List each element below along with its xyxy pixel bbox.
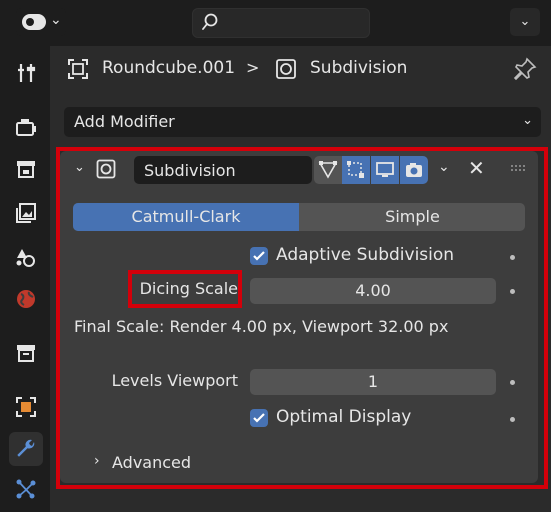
modifier-icon	[96, 159, 116, 179]
view-layer-icon	[16, 203, 36, 223]
chevron-down-icon: ⌄	[519, 14, 531, 29]
breadcrumb-object[interactable]: Roundcube.001	[102, 58, 235, 78]
levels-viewport-label: Levels Viewport	[111, 371, 238, 390]
output-icon	[17, 161, 35, 178]
edit-mode-icon	[318, 161, 338, 179]
search-input[interactable]	[227, 13, 361, 35]
keyframe-dot[interactable]	[510, 289, 515, 294]
modifier-name-field[interactable]	[134, 156, 312, 184]
properties-editor-icon	[22, 14, 46, 30]
modifier-icon	[276, 59, 296, 79]
tab-tool[interactable]	[9, 56, 43, 90]
render-icon	[16, 119, 36, 136]
tab-render[interactable]	[9, 110, 43, 144]
properties-panel: Roundcube.001 > Subdivision Add Modifier…	[50, 46, 551, 512]
object-icon	[16, 397, 36, 417]
collection-icon	[17, 345, 35, 362]
monitor-icon	[376, 162, 394, 177]
checkmark-icon	[253, 251, 265, 261]
search-icon	[202, 13, 218, 30]
optimal-display-label[interactable]: Optimal Display	[276, 407, 411, 427]
chevron-down-icon: ⌄	[522, 113, 533, 128]
on-cage-toggle[interactable]	[342, 156, 370, 184]
tool-settings-icon	[18, 64, 36, 82]
chevron-down-icon: ⌄	[50, 12, 62, 28]
on-cage-icon	[347, 161, 364, 178]
keyframe-dot[interactable]	[510, 417, 515, 422]
keyframe-dot[interactable]	[510, 380, 515, 385]
tab-particles[interactable]	[9, 472, 43, 506]
subdivision-modifier-panel: ⌄ Subdivision ⌄ ✕ Catmull-Clark Simple A…	[60, 151, 538, 483]
collapse-button[interactable]: ⌄	[510, 8, 540, 36]
advanced-label: Advanced	[112, 453, 192, 472]
wrench-icon	[17, 439, 35, 457]
chevron-down-icon[interactable]: ⌄	[438, 159, 450, 175]
keyframe-dot[interactable]	[510, 255, 515, 260]
dicing-scale-label: Dicing Scale	[139, 279, 238, 298]
close-icon[interactable]: ✕	[468, 156, 485, 180]
add-modifier-label: Add Modifier	[74, 112, 175, 131]
edit-mode-toggle[interactable]	[314, 156, 342, 184]
camera-icon	[406, 163, 422, 177]
chevron-right-icon: ›	[94, 453, 100, 469]
viewport-toggle[interactable]	[371, 156, 399, 184]
drag-handle-icon[interactable]	[510, 164, 526, 172]
particles-icon	[16, 479, 36, 499]
chevron-down-icon[interactable]: ⌄	[74, 160, 85, 175]
tab-view-layer[interactable]	[9, 196, 43, 230]
pin-icon[interactable]	[512, 56, 538, 82]
search-box[interactable]	[192, 8, 370, 38]
scene-icon	[16, 249, 35, 267]
adaptive-subdivision-label[interactable]: Adaptive Subdivision	[276, 245, 454, 265]
adaptive-subdivision-checkbox[interactable]	[250, 247, 268, 265]
dicing-scale-field[interactable]: 4.00	[250, 278, 496, 304]
breadcrumb-separator: >	[246, 58, 260, 77]
optimal-display-checkbox[interactable]	[250, 409, 268, 427]
render-toggle[interactable]	[400, 156, 428, 184]
final-scale-info: Final Scale: Render 4.00 px, Viewport 32…	[74, 317, 449, 336]
tab-world[interactable]	[9, 282, 43, 316]
top-bar: ⌄ ⌄	[0, 0, 551, 46]
subdivision-type-selector: Catmull-Clark Simple	[73, 203, 525, 231]
checkmark-icon	[253, 413, 265, 423]
editor-type-dropdown[interactable]: ⌄	[16, 8, 66, 36]
breadcrumb-modifier[interactable]: Subdivision	[310, 58, 407, 78]
tab-simple[interactable]: Simple	[300, 203, 525, 231]
tab-collection[interactable]	[9, 336, 43, 370]
tab-modifiers[interactable]	[9, 432, 43, 466]
tab-object[interactable]	[9, 390, 43, 424]
world-icon	[17, 290, 35, 308]
tab-catmull-clark[interactable]: Catmull-Clark	[73, 203, 299, 231]
add-modifier-dropdown[interactable]: Add Modifier ⌄	[64, 107, 541, 137]
breadcrumb: Roundcube.001 > Subdivision	[50, 46, 551, 92]
properties-tab-bar	[0, 46, 50, 512]
modifier-header: ⌄ Subdivision ⌄ ✕	[60, 151, 538, 187]
object-icon	[68, 59, 88, 79]
levels-viewport-field[interactable]: 1	[250, 369, 496, 395]
tab-output[interactable]	[9, 152, 43, 186]
tab-scene[interactable]	[9, 240, 43, 274]
